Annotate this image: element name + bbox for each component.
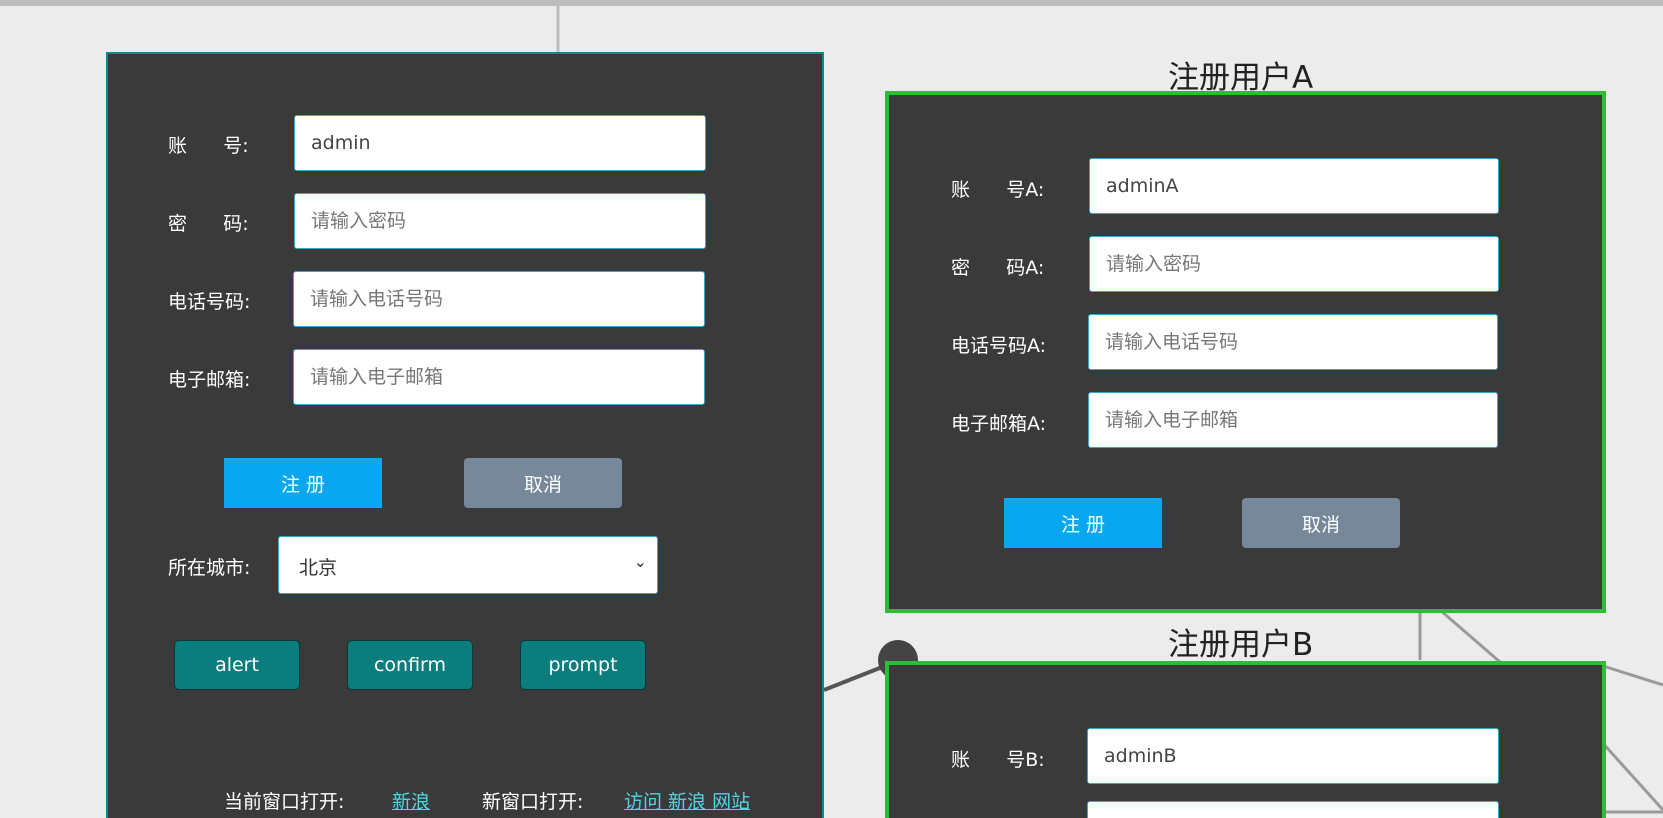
main-register-panel: 账 号: 密 码: 电话号码: 电子邮箱: 注 册 取消 所在城市: 北京 ⌄ … (106, 52, 824, 818)
password-a-input[interactable] (1089, 236, 1499, 292)
confirm-button[interactable]: confirm (347, 640, 473, 690)
prompt-button[interactable]: prompt (520, 640, 646, 690)
password-label: 密 码: (168, 213, 249, 235)
form-b-panel: 账 号B: (885, 661, 1606, 818)
account-a-label: 账 号A: (951, 179, 1045, 201)
sina-link-new-window[interactable]: 访问 新浪 网站 (624, 787, 750, 814)
password-b-input[interactable] (1087, 801, 1499, 818)
new-window-label: 新窗口打开: (482, 791, 584, 813)
account-input[interactable] (294, 115, 706, 171)
cancel-button[interactable]: 取消 (464, 458, 622, 508)
form-b-title: 注册用户B (1168, 627, 1314, 663)
account-a-input[interactable] (1089, 158, 1499, 214)
city-select-value: 北京 (299, 557, 338, 579)
password-a-label: 密 码A: (951, 257, 1045, 279)
email-input[interactable] (293, 349, 705, 405)
city-select[interactable]: 北京 ⌄ (278, 536, 658, 594)
account-label: 账 号: (168, 135, 249, 157)
sina-link-current-window[interactable]: 新浪 (392, 787, 430, 814)
cancel-a-button[interactable]: 取消 (1242, 498, 1400, 548)
current-window-label: 当前窗口打开: (224, 791, 345, 813)
form-a-panel: 账 号A: 密 码A: 电话号码A: 电子邮箱A: 注 册 取消 (885, 91, 1606, 613)
email-a-label: 电子邮箱A: (951, 413, 1047, 435)
password-input[interactable] (294, 193, 706, 249)
phone-a-input[interactable] (1088, 314, 1498, 370)
phone-a-label: 电话号码A: (951, 335, 1047, 357)
alert-button[interactable]: alert (174, 640, 300, 690)
account-b-input[interactable] (1087, 728, 1499, 784)
account-b-label: 账 号B: (951, 749, 1045, 771)
phone-label: 电话号码: (168, 291, 251, 313)
phone-input[interactable] (293, 271, 705, 327)
city-label: 所在城市: (168, 557, 251, 579)
register-a-button[interactable]: 注 册 (1004, 498, 1162, 548)
email-label: 电子邮箱: (168, 369, 251, 391)
chevron-down-icon: ⌄ (633, 552, 647, 571)
register-button[interactable]: 注 册 (224, 458, 382, 508)
email-a-input[interactable] (1088, 392, 1498, 448)
